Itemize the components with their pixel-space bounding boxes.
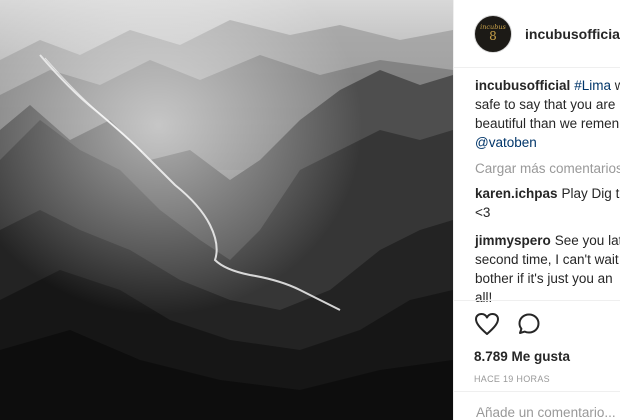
post-photo[interactable] [0,0,453,420]
list-item: jimmyspero See you lat second time, I can… [475,231,620,307]
post-timestamp: HACE 19 HORAS [474,374,550,384]
add-comment-input[interactable]: Añade un comentario... [454,391,620,420]
comment-text: second time, I can't wait [475,252,619,267]
comment-username[interactable]: karen.ichpas [475,186,558,201]
comments-list: incubusofficial #Lima w safe to say that … [454,68,620,307]
comment-text: See you lat [554,233,620,248]
caption-line-2: safe to say that you are [475,97,616,112]
post-header: incubus 8 incubusofficial [454,0,620,68]
action-icons [474,309,620,339]
like-count[interactable]: 8.789 Me gusta [474,349,620,364]
header-username[interactable]: incubusofficial [525,26,620,42]
comment-text: <3 [475,205,491,220]
caption-text-1: w [611,78,620,93]
caption: incubusofficial #Lima w safe to say that … [475,76,620,152]
caption-line-3: beautiful than we remen [475,116,620,131]
comment-text: Play Dig to [561,186,620,201]
post-side-panel: incubus 8 incubusofficial incubusofficia… [453,0,620,420]
comment-text: bother if it's just you an [475,271,613,286]
avatar[interactable]: incubus 8 [474,14,512,53]
comment-bubble-icon[interactable] [516,311,542,337]
comment-username[interactable]: jimmyspero [475,233,551,248]
mountain-river-photo [0,0,453,420]
heart-icon[interactable] [474,311,500,337]
load-more-comments-link[interactable]: Cargar más comentarios [475,161,620,176]
list-item: karen.ichpasPlay Dig to <3 [475,184,620,222]
caption-hashtag[interactable]: #Lima [574,78,611,93]
caption-username[interactable]: incubusofficial [475,78,570,93]
avatar-number: 8 [489,29,497,44]
caption-mention[interactable]: @vatoben [475,133,620,152]
